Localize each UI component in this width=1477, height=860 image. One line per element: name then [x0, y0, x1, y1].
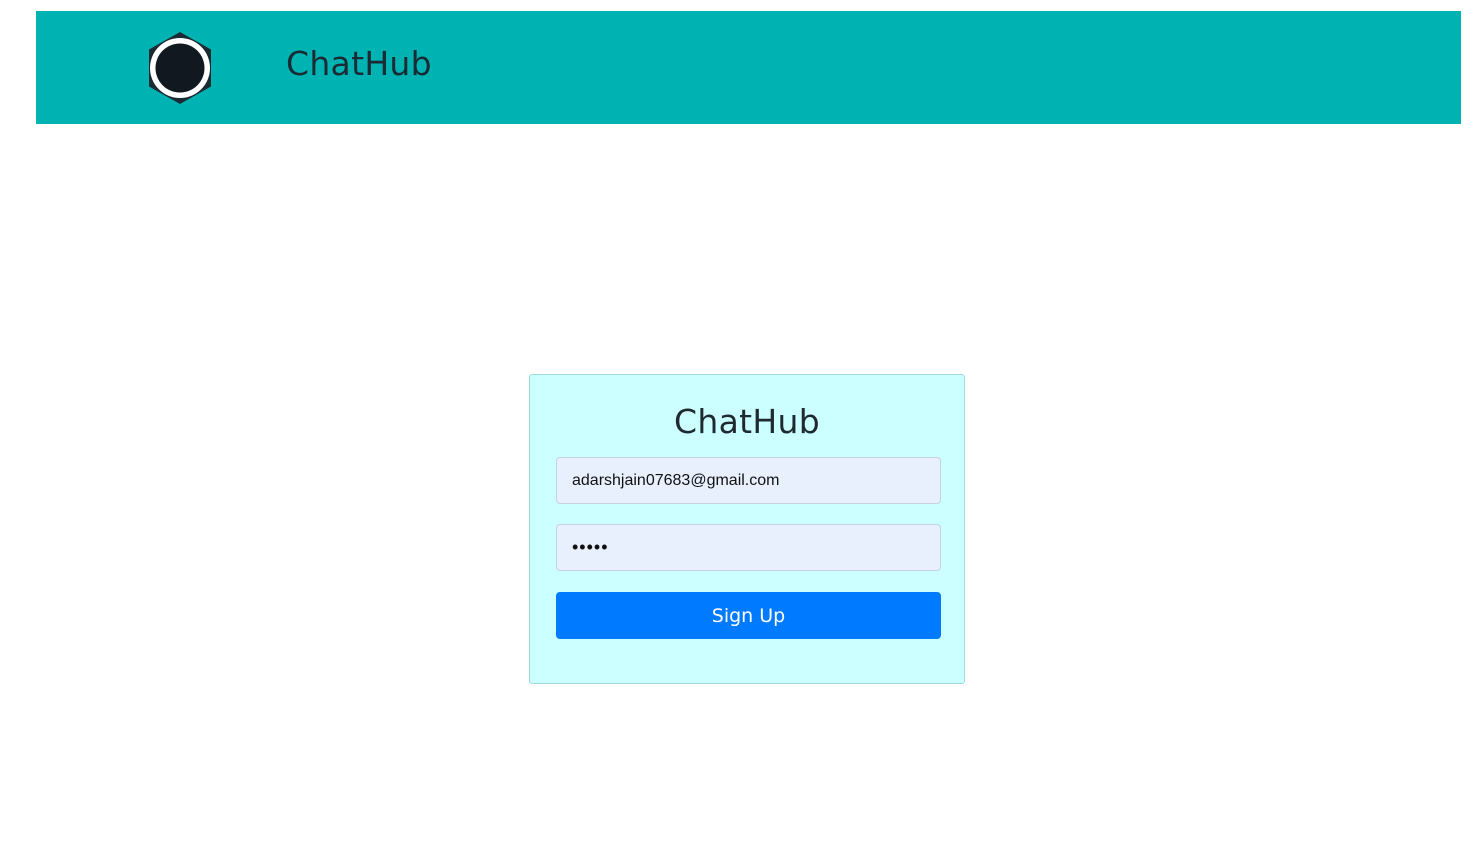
- signup-card: ChatHub Sign Up: [529, 374, 965, 684]
- navbar: ChatHub: [36, 11, 1461, 124]
- card-title: ChatHub: [674, 402, 820, 441]
- navbar-brand[interactable]: ChatHub: [286, 47, 432, 80]
- hexagon-ring-logo-icon[interactable]: [146, 30, 214, 106]
- sign-up-button[interactable]: Sign Up: [556, 592, 941, 639]
- email-input[interactable]: [556, 457, 941, 504]
- password-input[interactable]: [556, 524, 941, 571]
